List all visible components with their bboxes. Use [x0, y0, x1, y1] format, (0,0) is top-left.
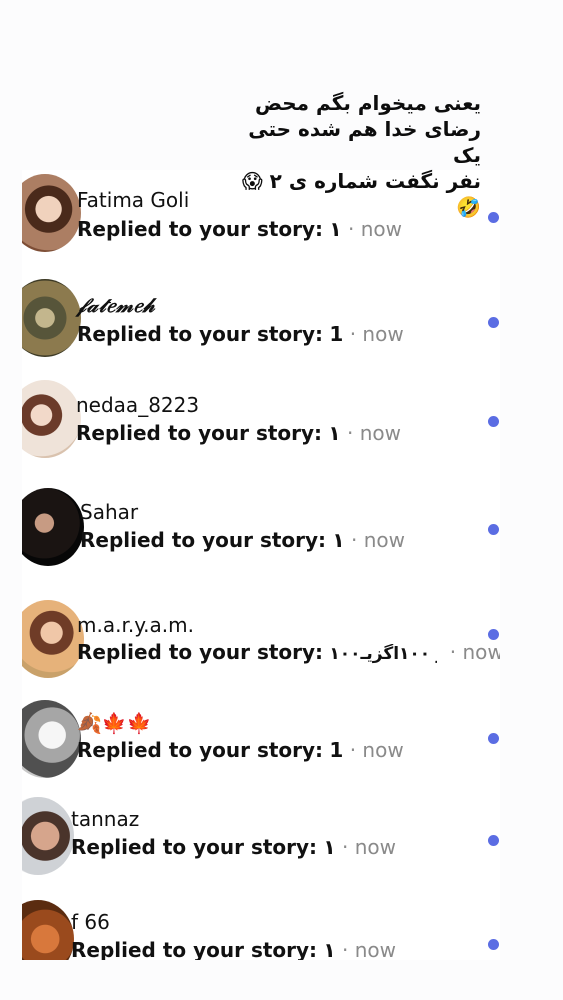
timestamp: now — [363, 528, 405, 552]
reply-label: Replied to your story: — [71, 835, 318, 859]
timestamp: now — [362, 738, 404, 762]
reply-label: Replied to your story: — [71, 938, 318, 960]
avatar[interactable] — [22, 900, 74, 960]
list-item[interactable]: f 66 Replied to your story: ۱ · now — [22, 898, 500, 960]
separator-dot: · — [349, 322, 357, 346]
avatar[interactable] — [22, 700, 81, 778]
avatar[interactable] — [22, 380, 81, 458]
unread-indicator — [488, 212, 499, 223]
message-requests-list: Fatima Goli Replied to your story: ۱ · n… — [22, 170, 500, 960]
reply-preview: Replied to your story: ۱ · now — [76, 421, 401, 445]
separator-dot: · — [341, 835, 349, 859]
reply-value: ۱ — [328, 421, 341, 445]
list-item[interactable]: 𝒻𝒶𝓉𝑒𝓂𝑒𝒽 Replied to your story: 1 · now — [22, 277, 500, 357]
separator-dot: · — [349, 738, 357, 762]
avatar[interactable] — [22, 797, 74, 875]
sender-name: Fatima Goli — [77, 188, 190, 212]
sender-name: Sahar — [80, 500, 139, 524]
reply-label: Replied to your story: — [77, 640, 324, 664]
reply-label: Replied to your story: — [80, 528, 327, 552]
reply-preview: Replied to your story: ۱ · now — [71, 835, 396, 859]
avatar[interactable] — [22, 279, 81, 357]
reply-value: ۱۰۰در ۱۰۰اگزیـ... — [329, 644, 437, 664]
reply-value: ۱ — [329, 217, 342, 241]
timestamp: now — [462, 640, 500, 664]
list-item[interactable]: Sahar Replied to your story: ۱ · now — [22, 486, 500, 566]
screenshot-page: Fatima Goli Replied to your story: ۱ · n… — [0, 0, 563, 1000]
unread-indicator — [488, 416, 499, 427]
separator-dot: · — [449, 640, 457, 664]
avatar[interactable] — [22, 488, 84, 566]
reply-label: Replied to your story: — [77, 738, 324, 762]
list-item[interactable]: tannaz Replied to your story: ۱ · now — [22, 795, 500, 875]
sender-name: tannaz — [71, 807, 140, 831]
reply-value: ۱ — [332, 528, 345, 552]
avatar[interactable] — [22, 600, 84, 678]
reply-value: 1 — [329, 738, 344, 762]
reply-preview: Replied to your story: ۱ · now — [71, 938, 396, 960]
reply-preview: Replied to your story: ۱۰۰در ۱۰۰اگزیـ...… — [77, 640, 500, 664]
separator-dot: · — [347, 217, 355, 241]
separator-dot: · — [350, 528, 358, 552]
unread-indicator — [488, 733, 499, 744]
list-item[interactable]: m.a.r.y.a.m. Replied to your story: ۱۰۰د… — [22, 598, 500, 678]
separator-dot: · — [346, 421, 354, 445]
separator-dot: · — [341, 938, 349, 960]
timestamp: now — [354, 938, 396, 960]
story-caption: یعنی میخوام بگم محض رضای خدا هم شده حتی … — [241, 91, 481, 219]
timestamp: now — [359, 421, 401, 445]
reply-preview: Replied to your story: 1 · now — [77, 738, 404, 762]
unread-indicator — [488, 939, 499, 950]
unread-indicator — [488, 524, 499, 535]
reply-preview: Replied to your story: ۱ · now — [80, 528, 405, 552]
sender-name: 🍂🍁🍁 — [77, 711, 152, 735]
reply-preview: Replied to your story: 1 · now — [77, 322, 404, 346]
list-item[interactable]: 🍂🍁🍁 Replied to your story: 1 · now — [22, 698, 500, 778]
timestamp: now — [354, 835, 396, 859]
timestamp: now — [360, 217, 402, 241]
reply-preview: Replied to your story: ۱ · now — [77, 217, 402, 241]
reply-value: ۱ — [323, 835, 336, 859]
reply-value: 1 — [329, 322, 344, 346]
timestamp: now — [362, 322, 404, 346]
avatar[interactable] — [22, 174, 81, 252]
reply-label: Replied to your story: — [76, 421, 323, 445]
reply-value: ۱ — [323, 938, 336, 960]
reply-label: Replied to your story: — [77, 217, 324, 241]
sender-name: m.a.r.y.a.m. — [77, 613, 194, 637]
sender-name: f 66 — [71, 910, 110, 934]
unread-indicator — [488, 629, 499, 640]
reply-label: Replied to your story: — [77, 322, 324, 346]
unread-indicator — [488, 317, 499, 328]
unread-indicator — [488, 835, 499, 846]
list-item[interactable]: nedaa_8223 Replied to your story: ۱ · no… — [22, 378, 500, 458]
sender-name: 𝒻𝒶𝓉𝑒𝓂𝑒𝒽 — [77, 293, 156, 317]
sender-name: nedaa_8223 — [76, 393, 200, 417]
